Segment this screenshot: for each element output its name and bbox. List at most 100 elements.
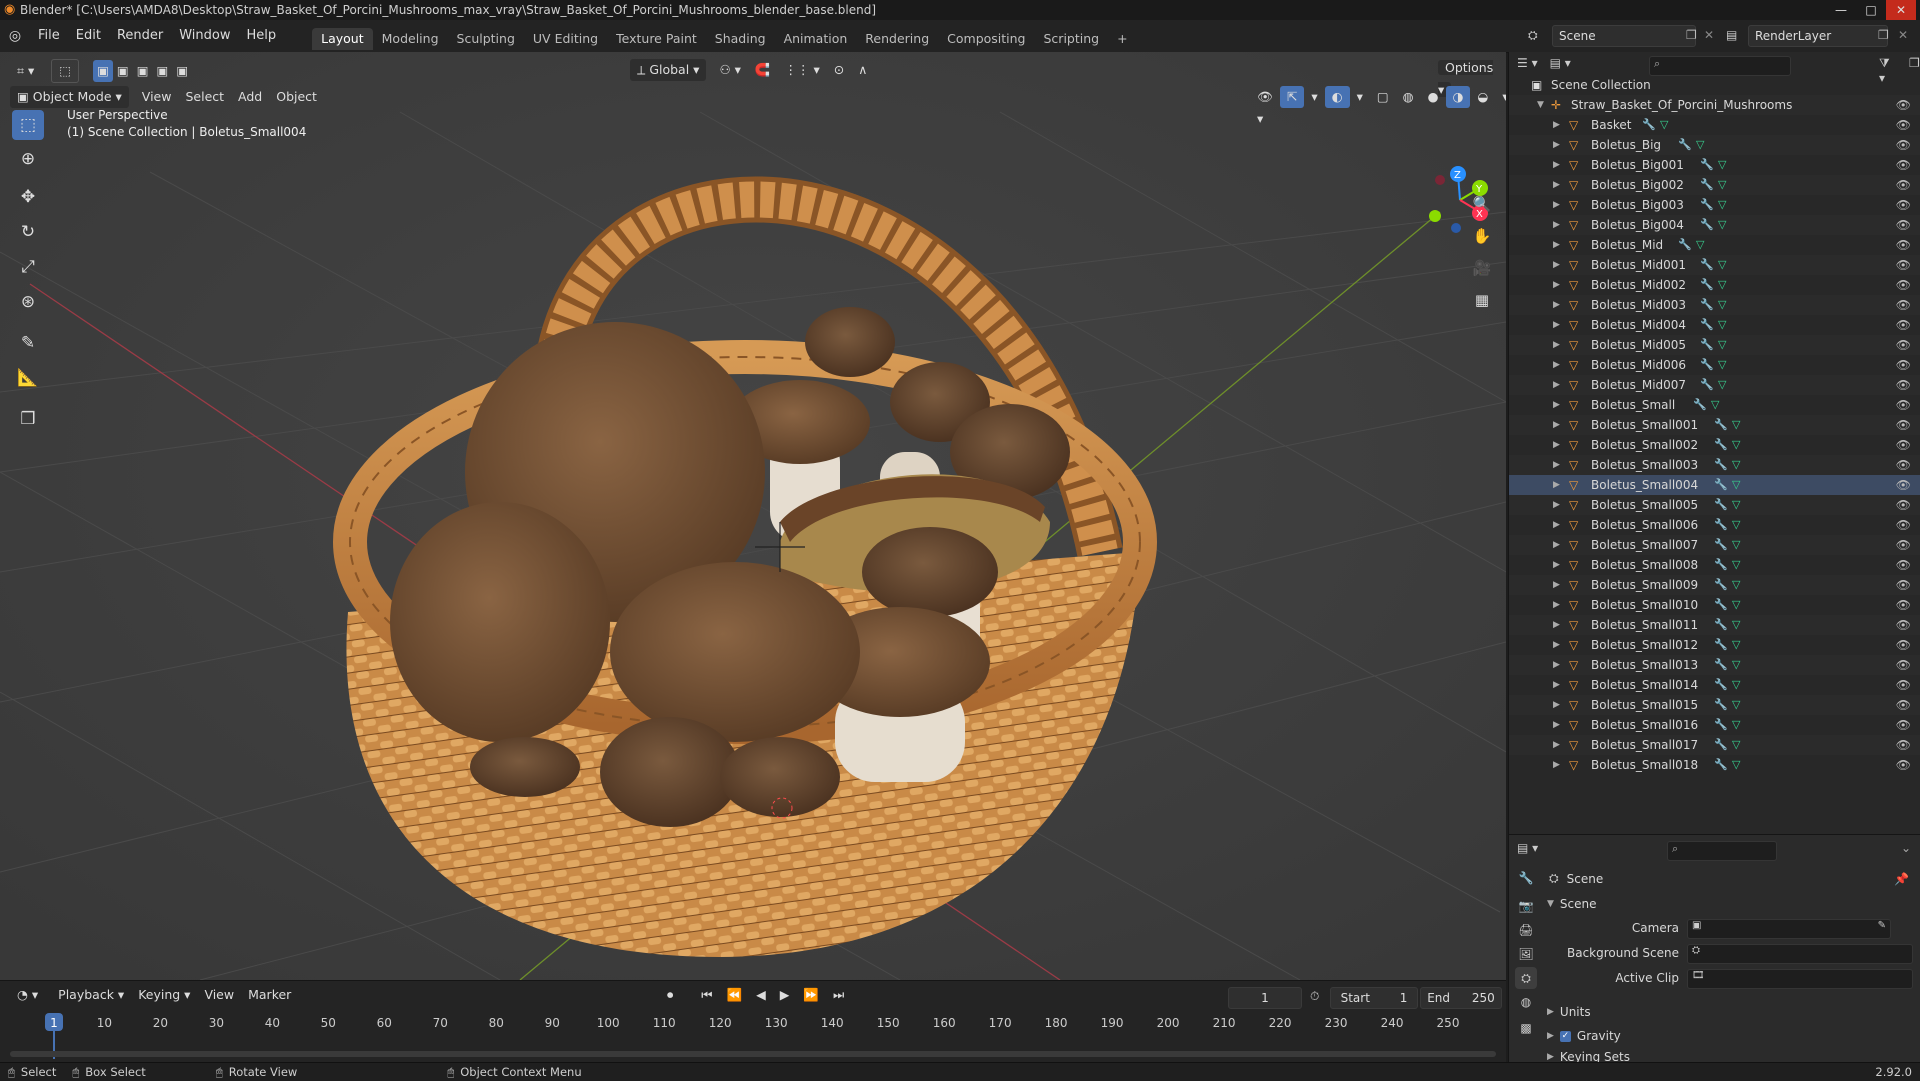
modifier-wrench-icon[interactable]: 🔧 (1714, 415, 1728, 435)
menu-render[interactable]: Render (109, 20, 171, 52)
blender-menu-icon[interactable]: ◎ (0, 28, 30, 44)
tree-item-object[interactable]: ▶ ▽ Boletus_Small001 🔧 ▽ 👁 (1509, 415, 1920, 435)
tree-item-object[interactable]: ▶ ▽ Boletus_Small012 🔧 ▽ 👁 (1509, 635, 1920, 655)
modifier-wrench-icon[interactable]: 🔧 (1678, 135, 1692, 155)
visibility-eye-icon[interactable]: 👁 (1896, 575, 1911, 595)
eyedropper-icon[interactable]: ✎ (1878, 920, 1886, 931)
modifier-wrench-icon[interactable]: 🔧 (1678, 235, 1692, 255)
object-tab-icon[interactable]: ▩ (1515, 1017, 1537, 1039)
tree-item-object[interactable]: ▶ ▽ Boletus_Small011 🔧 ▽ 👁 (1509, 615, 1920, 635)
tree-item-object[interactable]: ▶ ▽ Boletus_Small003 🔧 ▽ 👁 (1509, 455, 1920, 475)
select-mode-intersect-icon[interactable]: ▣ (172, 60, 192, 82)
expand-arrow-icon[interactable]: ▶ (1553, 475, 1560, 495)
mesh-data-icon[interactable]: ▽ (1718, 295, 1726, 315)
tree-item-object[interactable]: ▶ ▽ Boletus_Small013 🔧 ▽ 👁 (1509, 655, 1920, 675)
mesh-data-icon[interactable]: ▽ (1718, 175, 1726, 195)
mesh-data-icon[interactable]: ▽ (1732, 735, 1740, 755)
expand-arrow-icon[interactable]: ▶ (1553, 515, 1560, 535)
visibility-eye-icon[interactable]: 👁 (1896, 335, 1911, 355)
add-cube-tool-icon[interactable]: ❒ (12, 404, 44, 434)
expand-arrow-icon[interactable]: ▶ (1553, 255, 1560, 275)
mesh-data-icon[interactable]: ▽ (1718, 275, 1726, 295)
expand-arrow-icon[interactable]: ▶ (1553, 315, 1560, 335)
mesh-data-icon[interactable]: ▽ (1732, 715, 1740, 735)
visibility-eye-icon[interactable]: 👁 (1896, 255, 1911, 275)
scale-tool-icon[interactable]: ⤢ (12, 252, 44, 282)
visibility-eye-icon[interactable]: 👁 (1896, 295, 1911, 315)
visibility-eye-icon[interactable]: 👁 (1896, 175, 1911, 195)
visibility-icon[interactable]: 👁 ▾ (1250, 86, 1280, 126)
tab-sculpting[interactable]: Sculpting (448, 28, 524, 50)
visibility-eye-icon[interactable]: 👁 (1896, 155, 1911, 175)
mesh-data-icon[interactable]: ▽ (1718, 335, 1726, 355)
zoom-icon[interactable]: 🔍 (1468, 190, 1496, 218)
tree-item-object[interactable]: ▶ ▽ Boletus_Mid 🔧 ▽ 👁 (1509, 235, 1920, 255)
visibility-eye-icon[interactable]: 👁 (1896, 735, 1911, 755)
tree-item-object[interactable]: ▶ ▽ Boletus_Big003 🔧 ▽ 👁 (1509, 195, 1920, 215)
visibility-eye-icon[interactable]: 👁 (1896, 495, 1911, 515)
menu-window[interactable]: Window (171, 20, 238, 52)
expand-arrow-icon[interactable]: ▶ (1553, 275, 1560, 295)
expand-arrow-icon[interactable]: ▶ (1553, 355, 1560, 375)
shading-material-icon[interactable]: ◑ (1445, 86, 1471, 108)
gizmo-dropdown-icon[interactable]: ▾ (1304, 86, 1324, 108)
mesh-data-icon[interactable]: ▽ (1732, 655, 1740, 675)
pin-icon[interactable]: 📌 (1894, 872, 1909, 886)
menu-help[interactable]: Help (239, 20, 285, 52)
mesh-data-icon[interactable]: ▽ (1718, 375, 1726, 395)
modifier-wrench-icon[interactable]: 🔧 (1714, 675, 1728, 695)
mesh-data-icon[interactable]: ▽ (1732, 515, 1740, 535)
gizmo-toggle-icon[interactable]: ⇱ (1279, 86, 1305, 108)
expand-arrow-icon[interactable]: ▶ (1553, 595, 1560, 615)
visibility-eye-icon[interactable]: 👁 (1896, 435, 1911, 455)
render-tab-icon[interactable]: 📷 (1515, 895, 1537, 917)
snap-target-icon[interactable]: ⋮⋮ ▾ (777, 59, 826, 81)
modifier-wrench-icon[interactable]: 🔧 (1700, 195, 1714, 215)
visibility-eye-icon[interactable]: 👁 (1896, 135, 1911, 155)
expand-arrow-icon[interactable]: ▶ (1553, 535, 1560, 555)
measure-tool-icon[interactable]: 📐 (12, 363, 44, 393)
visibility-eye-icon[interactable]: 👁 (1896, 715, 1911, 735)
mesh-data-icon[interactable]: ▽ (1732, 635, 1740, 655)
minimize-button[interactable]: — (1826, 0, 1856, 20)
tab-shading[interactable]: Shading (706, 28, 775, 50)
tree-item-object[interactable]: ▶ ▽ Boletus_Big004 🔧 ▽ 👁 (1509, 215, 1920, 235)
timeline[interactable]: ◔ ▾ Playback ▾ Keying ▾ View Marker ⏺ ⏮ … (0, 980, 1506, 1063)
select-box-tool-icon[interactable]: ⬚ (12, 110, 44, 140)
expand-arrow-icon[interactable]: ▶ (1553, 755, 1560, 775)
modifier-wrench-icon[interactable]: 🔧 (1714, 735, 1728, 755)
tab-modeling[interactable]: Modeling (373, 28, 448, 50)
world-tab-icon[interactable]: ◍ (1515, 991, 1537, 1013)
modifier-wrench-icon[interactable]: 🔧 (1714, 555, 1728, 575)
expand-arrow-icon[interactable]: ▶ (1553, 435, 1560, 455)
mesh-data-icon[interactable]: ▽ (1718, 195, 1726, 215)
delete-view-layer-icon[interactable]: ✕ (1898, 28, 1908, 42)
active-clip-field[interactable]: 🎞 (1687, 969, 1913, 989)
menu-file[interactable]: File (30, 20, 68, 52)
select-mode-subtract-icon[interactable]: ▣ (133, 60, 153, 82)
tree-item-object[interactable]: ▶ ▽ Boletus_Small009 🔧 ▽ 👁 (1509, 575, 1920, 595)
editor-type-icon[interactable]: ⌗ ▾ (10, 60, 41, 82)
modifier-wrench-icon[interactable]: 🔧 (1700, 275, 1714, 295)
visibility-eye-icon[interactable]: 👁 (1896, 355, 1911, 375)
move-tool-icon[interactable]: ✥ (12, 182, 44, 212)
transform-tool-icon[interactable]: ⊛ (12, 287, 44, 317)
tree-item-object[interactable]: ▶ ▽ Boletus_Small008 🔧 ▽ 👁 (1509, 555, 1920, 575)
tree-item-object[interactable]: ▶ ▽ Boletus_Small006 🔧 ▽ 👁 (1509, 515, 1920, 535)
properties-editor[interactable]: ▤ ▾ ⌕ ⌄ 🔧 📷 🖨 🖼 ⛭ ◍ ▩ ⛭ Scene 📌 ▼ Scene … (1508, 834, 1920, 1063)
visibility-eye-icon[interactable]: 👁 (1896, 555, 1911, 575)
proportional-edit-icon[interactable]: ⊙ (827, 59, 851, 81)
visibility-eye-icon[interactable]: 👁 (1896, 275, 1911, 295)
modifier-wrench-icon[interactable]: 🔧 (1700, 355, 1714, 375)
tree-item-object[interactable]: ▶ ▽ Boletus_Small015 🔧 ▽ 👁 (1509, 695, 1920, 715)
tab-animation[interactable]: Animation (775, 28, 857, 50)
expand-arrow-icon[interactable]: ▶ (1553, 555, 1560, 575)
collapse-arrow-icon[interactable]: ▼ (1537, 95, 1544, 115)
gravity-panel-header[interactable]: ▶ ✓ Gravity (1547, 1029, 1621, 1043)
shading-solid-icon[interactable]: ● (1421, 86, 1446, 108)
tree-item-object[interactable]: ▶ ▽ Boletus_Mid007 🔧 ▽ 👁 (1509, 375, 1920, 395)
properties-editor-type-icon[interactable]: ▤ ▾ (1517, 841, 1538, 855)
mesh-data-icon[interactable]: ▽ (1660, 115, 1668, 135)
expand-arrow-icon[interactable]: ▶ (1553, 455, 1560, 475)
mesh-data-icon[interactable]: ▽ (1732, 475, 1740, 495)
